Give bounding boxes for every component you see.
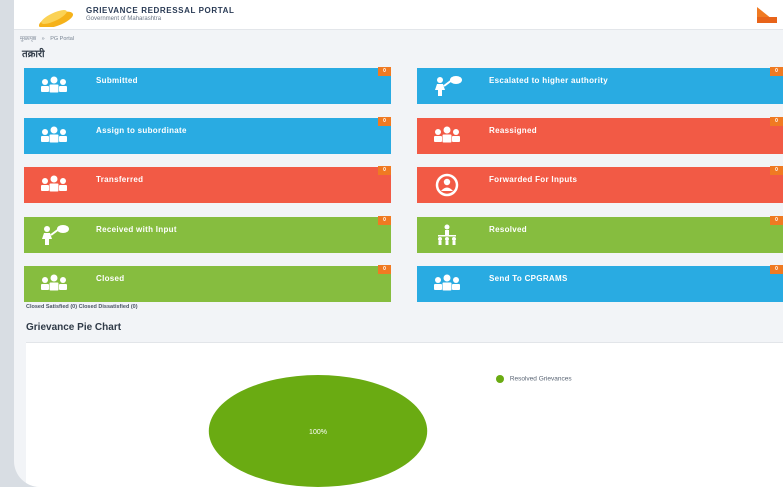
tile-label: Send To CPGRAMS	[489, 274, 568, 283]
escalate-icon	[430, 74, 464, 98]
portal-title: GRIEVANCE REDRESSAL PORTAL	[86, 6, 235, 15]
hierarchy-icon	[430, 223, 464, 247]
tile-forwarded-inputs[interactable]: Forwarded For Inputs 0	[417, 166, 783, 203]
people-group-icon	[37, 124, 71, 148]
people-group-icon	[430, 272, 464, 296]
tile-closed[interactable]: Closed 0	[24, 265, 391, 302]
people-group-icon	[37, 272, 71, 296]
tile-label: Closed	[96, 274, 125, 283]
count-badge: 0	[378, 216, 391, 225]
page-title: तक्रारी	[22, 49, 45, 60]
chart-legend[interactable]: Resolved Grievances	[496, 375, 572, 383]
count-badge: 0	[770, 265, 783, 274]
count-badge: 0	[770, 117, 783, 126]
legend-label: Resolved Grievances	[509, 375, 572, 383]
people-group-icon	[37, 173, 71, 197]
count-badge: 0	[378, 265, 391, 274]
escalate-icon	[37, 223, 71, 247]
closed-summary: Closed Satisfied (0) Closed Dissatisfied…	[26, 304, 138, 310]
count-badge: 0	[770, 166, 783, 175]
tile-escalated[interactable]: Escalated to higher authority 0	[417, 67, 783, 104]
tile-label: Resolved	[489, 225, 527, 234]
pie-chart: 100%	[208, 375, 428, 487]
tile-received-input[interactable]: Received with Input 0	[24, 216, 391, 253]
count-badge: 0	[378, 117, 391, 126]
tile-send-cpgrams[interactable]: Send To CPGRAMS 0	[417, 265, 783, 302]
pie-chart-panel: 100% Resolved Grievances	[26, 342, 783, 487]
people-group-icon	[37, 74, 71, 98]
people-group-icon	[430, 124, 464, 148]
app-frame: GRIEVANCE REDRESSAL PORTAL Government of…	[14, 0, 783, 487]
count-badge: 0	[770, 216, 783, 225]
count-badge: 0	[378, 166, 391, 175]
tile-assign-subordinate[interactable]: Assign to subordinate 0	[24, 117, 391, 154]
top-header: GRIEVANCE REDRESSAL PORTAL Government of…	[14, 0, 783, 30]
tile-submitted[interactable]: Submitted 0	[24, 67, 391, 104]
tile-label: Assign to subordinate	[96, 126, 187, 135]
user-circle-icon	[430, 173, 464, 197]
tile-label: Reassigned	[489, 126, 537, 135]
breadcrumb-home[interactable]: मुख्यपृष्ठ	[20, 36, 36, 42]
tile-label: Submitted	[96, 76, 138, 85]
breadcrumb-current: PG Portal	[50, 36, 75, 42]
count-badge: 0	[378, 67, 391, 76]
portal-logo-icon[interactable]	[34, 5, 78, 27]
tile-label: Escalated to higher authority	[489, 76, 608, 85]
legend-swatch	[496, 375, 504, 383]
portal-subtitle: Government of Maharashtra	[86, 16, 162, 22]
tile-resolved[interactable]: Resolved 0	[417, 216, 783, 253]
breadcrumb: मुख्यपृष्ठ » PG Portal	[20, 34, 78, 42]
tile-label: Transferred	[96, 175, 144, 184]
chart-title: Grievance Pie Chart	[26, 322, 122, 333]
tile-label: Received with Input	[96, 225, 177, 234]
tile-transferred[interactable]: Transferred 0	[24, 166, 391, 203]
pie-slice-label: 100%	[309, 429, 327, 436]
count-badge: 0	[770, 67, 783, 76]
breadcrumb-separator: »	[41, 36, 45, 42]
tile-label: Forwarded For Inputs	[489, 175, 578, 184]
menu-toggle-icon[interactable]	[755, 7, 777, 23]
tile-reassigned[interactable]: Reassigned 0	[417, 117, 783, 154]
